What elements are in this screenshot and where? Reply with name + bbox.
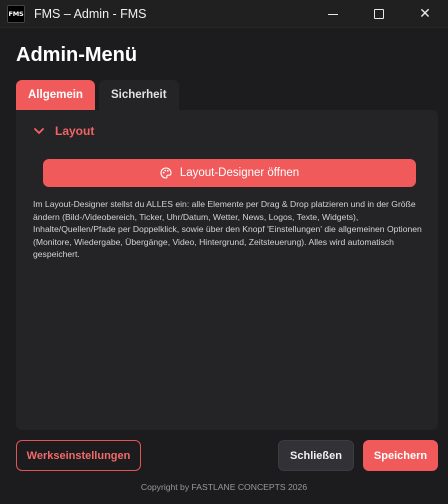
tab-sicherheit[interactable]: Sicherheit <box>98 80 179 110</box>
minimize-icon <box>328 13 338 15</box>
window-controls: ✕ <box>310 0 448 28</box>
maximize-icon <box>374 9 384 19</box>
palette-icon <box>160 167 172 179</box>
minimize-button[interactable] <box>310 0 356 28</box>
copyright-text: Copyright by FASTLANE CONCEPTS 2026 <box>140 482 308 492</box>
open-layout-designer-label: Layout-Designer öffnen <box>179 167 300 179</box>
page-title: Admin-Menü <box>16 44 138 66</box>
tab-allgemein[interactable]: Allgemein <box>16 80 95 110</box>
window-title: FMS – Admin - FMS <box>34 6 147 21</box>
app-icon: FMS <box>7 4 25 23</box>
layout-section-title: Layout <box>55 124 95 138</box>
open-layout-designer-button[interactable]: Layout-Designer öffnen <box>43 159 416 187</box>
close-icon: ✕ <box>419 6 431 22</box>
tab-bar: Allgemein Sicherheit <box>16 80 179 110</box>
factory-reset-button[interactable]: Werkseinstellungen <box>16 440 141 471</box>
tab-panel-allgemein: Layout Layout-Designer öffnen Im Layout-… <box>16 110 438 430</box>
maximize-button[interactable] <box>356 0 402 28</box>
title-bar[interactable]: FMS FMS – Admin - FMS ✕ <box>0 0 448 28</box>
save-button[interactable]: Speichern <box>363 440 438 471</box>
layout-section-header[interactable]: Layout <box>16 118 438 144</box>
close-window-button[interactable]: ✕ <box>402 0 448 28</box>
layout-help-text: Im Layout-Designer stellst du ALLES ein:… <box>33 199 422 260</box>
chevron-down-icon <box>33 125 45 137</box>
close-button[interactable]: Schließen <box>278 440 354 471</box>
